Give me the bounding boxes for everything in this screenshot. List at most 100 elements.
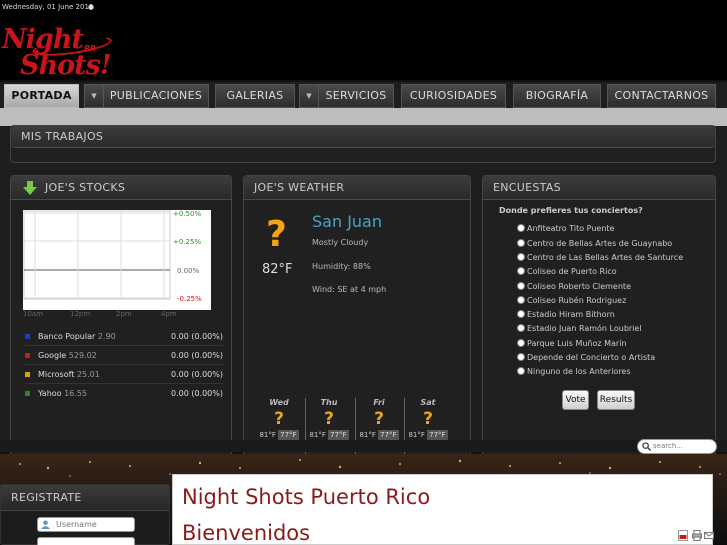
x-tick-label: 4pm — [161, 310, 177, 318]
password-field[interactable] — [37, 537, 135, 545]
date-separator: ● — [88, 3, 95, 11]
poll-option-label: Centro de Bellas Artes de Guaynabo — [527, 239, 673, 248]
nav-biografia[interactable]: BIOGRAFÍA — [513, 84, 601, 108]
forecast-day-label: Sat — [420, 398, 436, 407]
register-panel: REGISTRATE Username — [0, 484, 170, 545]
poll-option-label: Coliseo de Puerto Rico — [527, 267, 617, 276]
stock-price: 16.55 — [64, 389, 87, 398]
mis-trabajos-panel: MIS TRABAJOS — [10, 125, 716, 163]
x-tick-label: 2pm — [116, 310, 132, 318]
nav-galerias[interactable]: GALERIAS — [215, 84, 295, 108]
poll-option[interactable]: Estadio Hiram Bithorn — [517, 310, 615, 319]
poll-option[interactable]: Ninguno de los Anteriores — [517, 367, 631, 376]
forecast-low: 81°F — [408, 431, 425, 439]
forecast-low: 81°F — [259, 431, 276, 439]
stock-row[interactable]: Google 529.02 0.00 (0.00%) — [25, 347, 223, 365]
polls-title: ENCUESTAS — [483, 176, 715, 200]
poll-option-label: Ninguno de los Anteriores — [527, 367, 631, 376]
nav-portada[interactable]: PORTADA — [4, 84, 79, 108]
radio-button[interactable] — [517, 367, 525, 375]
radio-button[interactable] — [517, 239, 525, 247]
current-date: Wednesday, 01 June 2011 — [2, 3, 94, 11]
radio-button[interactable] — [517, 339, 525, 347]
forecast-day-label: Wed — [269, 398, 289, 407]
stock-price: 529.02 — [68, 351, 97, 360]
stock-price: 2.90 — [97, 332, 116, 341]
x-tick-label: 12pm — [70, 310, 91, 318]
nav-subbar — [0, 108, 727, 126]
unknown-weather-icon: ? — [324, 409, 334, 429]
stock-row[interactable]: Banco Popular 2.90 0.00 (0.00%) — [25, 328, 223, 346]
forecast-high: 77°F — [378, 430, 399, 440]
y-tick-label: +0.50% — [173, 210, 201, 218]
unknown-weather-icon: ? — [266, 214, 287, 255]
email-icon[interactable] — [704, 530, 714, 541]
radio-button[interactable] — [517, 353, 525, 361]
stock-row[interactable]: Yahoo 16.55 0.00 (0.00%) — [25, 385, 223, 403]
username-field[interactable]: Username — [37, 517, 135, 532]
stock-change: 0.00 (0.00%) — [170, 351, 223, 360]
top-header: Wednesday, 01 June 2011 ● Night PR Shots… — [0, 0, 727, 80]
nav-publicaciones[interactable]: PUBLICACIONES — [103, 84, 209, 108]
poll-option-label: Parque Luis Muñoz Marín — [527, 339, 627, 348]
poll-option[interactable]: Coliseo Roberto Clemente — [517, 282, 631, 291]
radio-button[interactable] — [517, 267, 525, 275]
forecast-day-label: Fri — [373, 398, 385, 407]
pdf-icon[interactable] — [678, 530, 688, 541]
nav-servicios[interactable]: SERVICIOS — [318, 84, 394, 108]
weather-temp: 82°F — [262, 262, 293, 277]
nav-contactarnos[interactable]: CONTACTARNOS — [607, 84, 716, 108]
poll-option-label: Centro de Las Bellas Artes de Santurce — [527, 253, 684, 262]
vote-button[interactable]: Vote — [562, 390, 589, 410]
search-bar — [0, 440, 727, 452]
stocks-x-axis: 10am 12pm 2pm 4pm — [23, 310, 211, 322]
poll-option[interactable]: Estadio Juan Ramón Loubriel — [517, 324, 642, 333]
chevron-down-icon[interactable]: ▼ — [84, 84, 104, 108]
page-subtitle: Bienvenidos — [182, 521, 311, 545]
radio-button[interactable] — [517, 310, 525, 318]
forecast-day-label: Thu — [320, 398, 338, 407]
stock-change: 0.00 (0.00%) — [170, 332, 223, 341]
radio-button[interactable] — [517, 253, 525, 261]
radio-button[interactable] — [517, 296, 525, 304]
radio-button[interactable] — [517, 282, 525, 290]
unknown-weather-icon: ? — [374, 409, 384, 429]
forecast-low: 81°F — [359, 431, 376, 439]
forecast-high: 77°F — [328, 430, 349, 440]
unknown-weather-icon: ? — [423, 409, 433, 429]
stock-name: Microsoft — [38, 370, 75, 379]
chevron-down-icon[interactable]: ▼ — [299, 84, 319, 108]
main-area: PORTADA ▼ PUBLICACIONES GALERIAS ▼ SERVI… — [0, 82, 727, 511]
stocks-title: JOE'S STOCKS — [11, 176, 231, 200]
radio-button[interactable] — [517, 324, 525, 332]
poll-option[interactable]: Anfiteatro Tito Puente — [517, 224, 614, 233]
stock-name: Yahoo — [38, 389, 62, 398]
weather-humidity: Humidity: 88% — [312, 262, 371, 271]
poll-option-label: Coliseo Rubén Rodriguez — [527, 296, 627, 305]
stock-row[interactable]: Microsoft 25.01 0.00 (0.00%) — [25, 366, 223, 384]
poll-option-label: Estadio Juan Ramón Loubriel — [527, 324, 642, 333]
poll-option[interactable]: Parque Luis Muñoz Marín — [517, 339, 627, 348]
logo-line-2: Shots! — [20, 50, 112, 81]
radio-button[interactable] — [517, 224, 525, 232]
results-button[interactable]: Results — [597, 390, 635, 410]
weather-wind: Wind: SE at 4 mph — [312, 285, 387, 294]
nav-curiosidades[interactable]: CURIOSIDADES — [401, 84, 506, 108]
main-content: Night Shots Puerto Rico Bienvenidos — [172, 474, 714, 545]
weather-title: JOE'S WEATHER — [244, 176, 470, 200]
poll-option-label: Anfiteatro Tito Puente — [527, 224, 615, 233]
poll-option[interactable]: Centro de Las Bellas Artes de Santurce — [517, 253, 683, 262]
poll-option[interactable]: Coliseo Rubén Rodriguez — [517, 296, 626, 305]
poll-option[interactable]: Depende del Concierto o Artista — [517, 353, 655, 362]
arrow-down-icon — [23, 181, 37, 195]
series-swatch — [25, 372, 30, 377]
poll-option[interactable]: Centro de Bellas Artes de Guaynabo — [517, 239, 672, 248]
site-logo[interactable]: Night PR Shots! — [2, 26, 142, 84]
poll-question: Donde prefieres tus conciertos? — [499, 206, 643, 215]
mis-trabajos-title: MIS TRABAJOS — [11, 126, 715, 148]
search-icon — [642, 442, 651, 451]
stock-change: 0.00 (0.00%) — [170, 370, 223, 379]
poll-option[interactable]: Coliseo de Puerto Rico — [517, 267, 617, 276]
series-swatch — [25, 391, 30, 396]
print-icon[interactable] — [692, 530, 702, 541]
